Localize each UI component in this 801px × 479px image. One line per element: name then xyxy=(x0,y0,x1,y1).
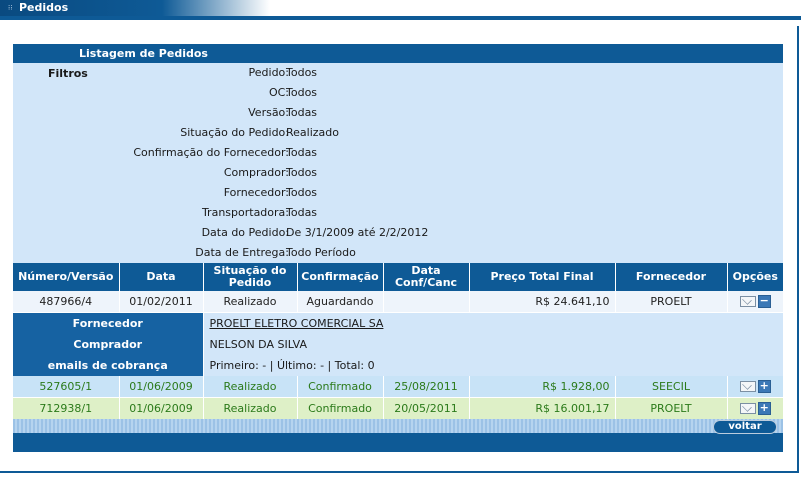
filter-value: Todos xyxy=(286,186,318,199)
detail-value-emails: Primeiro: - | Último: - | Total: 0 xyxy=(203,355,783,376)
orders-panel: Listagem de Pedidos Filtros Pedido: Todos… xyxy=(13,44,783,452)
cell-numero: 487966/4 xyxy=(13,291,120,313)
table-header-row: Número/Versão Data Situação do Pedido Co… xyxy=(13,263,783,291)
filter-row: Comprador: Todos xyxy=(13,163,783,183)
detail-row: emails de cobrança Primeiro: - | Último:… xyxy=(13,355,783,376)
filter-key: Comprador: xyxy=(223,166,289,179)
cell-numero: 527605/1 xyxy=(13,376,120,398)
cell-confirmacao: Confirmado xyxy=(297,376,384,398)
listing-header: Listagem de Pedidos xyxy=(13,44,783,63)
mail-icon[interactable] xyxy=(739,296,756,308)
filter-row: Situação do Pedido: Realizado xyxy=(13,123,783,143)
filter-value: De 3/1/2009 até 2/2/2012 xyxy=(286,226,429,239)
detail-label-fornecedor: Fornecedor xyxy=(13,312,204,334)
col-header-data-conf[interactable]: Data Conf/Canc xyxy=(383,263,470,291)
cell-situacao: Realizado xyxy=(203,397,298,419)
filter-value: Realizado xyxy=(286,126,339,139)
detail-label-comprador: Comprador xyxy=(13,334,204,355)
filter-row: Fornecedor: Todos xyxy=(13,183,783,203)
filter-key: Confirmação do Fornecedor: xyxy=(133,146,289,159)
cell-options: − xyxy=(727,291,783,313)
table-row: 712938/1 01/06/2009 Realizado Confirmado… xyxy=(13,397,783,419)
cell-data: 01/06/2009 xyxy=(119,397,204,419)
mail-icon[interactable] xyxy=(739,381,756,393)
filter-key: Situação do Pedido: xyxy=(180,126,289,139)
filter-row: Versão: Todas xyxy=(13,103,783,123)
minus-icon[interactable]: − xyxy=(757,295,771,309)
cell-fornecedor: PROELT xyxy=(615,291,728,313)
filter-row: Transportadora: Todas xyxy=(13,203,783,223)
col-header-opcoes: Opções xyxy=(727,263,783,291)
col-header-data[interactable]: Data xyxy=(119,263,204,291)
filters-section: Filtros Pedido: Todos OC: Todos Versão: Tod… xyxy=(13,63,783,263)
back-button[interactable]: voltar xyxy=(713,420,777,434)
filter-value: Todo Período xyxy=(286,246,356,259)
supplier-link[interactable]: PROELT ELETRO COMERCIAL SA xyxy=(210,317,384,330)
cell-fornecedor: SEECIL xyxy=(615,376,728,398)
filter-value: Todas xyxy=(286,106,318,119)
table-row: 527605/1 01/06/2009 Realizado Confirmado… xyxy=(13,376,783,398)
orders-table: Número/Versão Data Situação do Pedido Co… xyxy=(13,263,783,419)
filter-key: Pedido: xyxy=(248,66,289,79)
detail-value-comprador: NELSON DA SILVA xyxy=(203,334,783,355)
cell-confirmacao: Confirmado xyxy=(297,397,384,419)
filter-key: Data do Pedido: xyxy=(201,226,289,239)
filter-row: Data de Entrega: Todo Período xyxy=(13,243,783,263)
filter-value: Todas xyxy=(286,146,318,159)
filter-key: Fornecedor: xyxy=(223,186,289,199)
cell-data-conf: 25/08/2011 xyxy=(383,376,470,398)
cell-options: + xyxy=(727,376,783,398)
col-header-situacao[interactable]: Situação do Pedido xyxy=(203,263,298,291)
window-titlebar: ⁝⁝ Pedidos xyxy=(0,0,801,20)
cell-data-conf xyxy=(383,291,470,313)
cell-situacao: Realizado xyxy=(203,291,298,313)
cell-data-conf: 20/05/2011 xyxy=(383,397,470,419)
title-underline xyxy=(0,16,801,20)
filter-row: Confirmação do Fornecedor: Todas xyxy=(13,143,783,163)
cell-preco: R$ 24.641,10 xyxy=(469,291,616,313)
col-header-preco[interactable]: Preço Total Final xyxy=(469,263,616,291)
detail-value-fornecedor: PROELT ELETRO COMERCIAL SA xyxy=(203,312,783,334)
detail-row: Fornecedor PROELT ELETRO COMERCIAL SA xyxy=(13,312,783,334)
mail-icon[interactable] xyxy=(739,403,756,415)
filter-value: Todos xyxy=(286,66,318,79)
filter-row: Pedido: Todos xyxy=(13,63,783,83)
cell-options: + xyxy=(727,397,783,419)
plus-icon[interactable]: + xyxy=(757,380,771,394)
cell-data: 01/02/2011 xyxy=(119,291,204,313)
filter-value: Todos xyxy=(286,86,318,99)
table-row: 487966/4 01/02/2011 Realizado Aguardando… xyxy=(13,291,783,313)
cell-fornecedor: PROELT xyxy=(615,397,728,419)
detail-label-emails: emails de cobrança xyxy=(13,355,204,376)
cell-preco: R$ 16.001,17 xyxy=(469,397,616,419)
filter-key: Versão: xyxy=(248,106,289,119)
detail-row: Comprador NELSON DA SILVA xyxy=(13,334,783,355)
cell-numero: 712938/1 xyxy=(13,397,120,419)
filter-key: Data de Entrega: xyxy=(195,246,289,259)
filter-row: OC: Todos xyxy=(13,83,783,103)
filter-value: Todos xyxy=(286,166,318,179)
filter-row: Data do Pedido: De 3/1/2009 até 2/2/2012 xyxy=(13,223,783,243)
filter-value: Todas xyxy=(286,206,318,219)
bottom-strip xyxy=(13,433,783,452)
plus-icon[interactable]: + xyxy=(757,402,771,416)
cell-preco: R$ 1.928,00 xyxy=(469,376,616,398)
col-header-confirmacao[interactable]: Confirmação xyxy=(297,263,384,291)
cell-confirmacao: Aguardando xyxy=(297,291,384,313)
cell-data: 01/06/2009 xyxy=(119,376,204,398)
table-footer: voltar xyxy=(13,419,783,434)
col-header-fornecedor[interactable]: Fornecedor xyxy=(615,263,728,291)
filter-key: Transportadora: xyxy=(201,206,289,219)
title-dots-icon: ⁝⁝ xyxy=(8,4,13,12)
page-title: Pedidos xyxy=(19,1,69,14)
cell-situacao: Realizado xyxy=(203,376,298,398)
col-header-numero[interactable]: Número/Versão xyxy=(13,263,120,291)
